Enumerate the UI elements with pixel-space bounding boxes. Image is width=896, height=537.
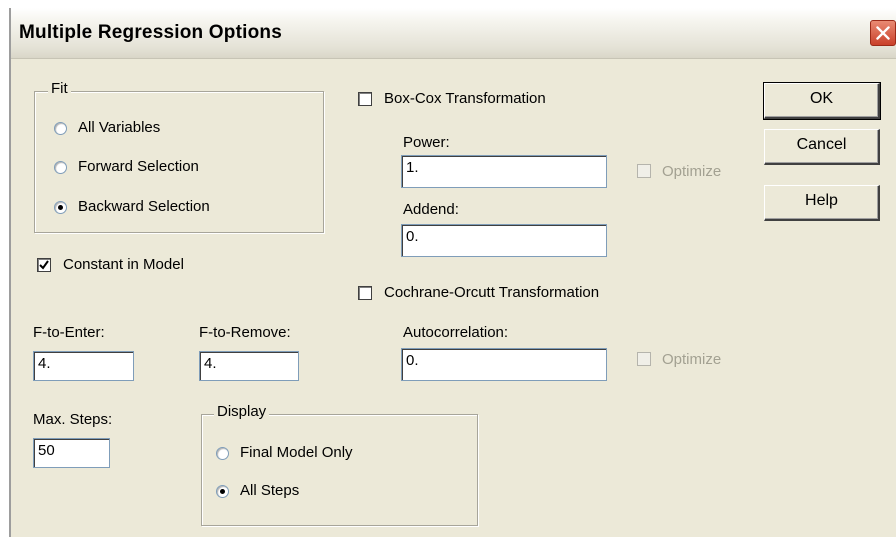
box-cox-checkbox[interactable] [358,92,372,106]
max-steps-label: Max. Steps: [33,411,113,428]
f-to-remove-input[interactable]: 4. [199,351,299,381]
addend-label: Addend: [403,201,459,218]
radio-backward-selection[interactable] [54,201,67,214]
box-cox-optimize-label: Optimize [662,163,722,180]
autocorrelation-input[interactable]: 0. [401,348,607,381]
checkmark-icon [39,260,49,270]
title-bar[interactable]: Multiple Regression Options [11,8,896,59]
cancel-button[interactable]: Cancel [764,129,880,165]
f-to-remove-label: F-to-Remove: [199,324,291,341]
display-group [201,414,478,526]
constant-in-model-checkbox[interactable] [37,258,51,272]
multiple-regression-options-dialog: Multiple Regression Options Fit All Vari… [9,8,896,537]
radio-selected-dot [220,489,225,494]
help-button[interactable]: Help [764,185,880,221]
close-icon [876,26,890,40]
autocorrelation-label: Autocorrelation: [403,324,509,341]
box-cox-label: Box-Cox Transformation [384,90,546,107]
addend-input[interactable]: 0. [401,224,607,257]
radio-final-model-only[interactable] [216,447,229,460]
power-input[interactable]: 1. [401,155,607,188]
cochrane-orcutt-label: Cochrane-Orcutt Transformation [384,284,600,301]
radio-all-steps[interactable] [216,485,229,498]
f-to-enter-label: F-to-Enter: [33,324,105,341]
display-option-label: All Steps [240,482,300,499]
close-button[interactable] [870,20,896,46]
max-steps-input[interactable]: 50 [33,438,110,468]
cochrane-optimize-label: Optimize [662,351,722,368]
display-option-label: Final Model Only [240,444,353,461]
display-legend: Display [214,403,270,420]
radio-all-variables[interactable] [54,122,67,135]
fit-option-label: Backward Selection [78,198,210,215]
power-label: Power: [403,134,450,151]
radio-forward-selection[interactable] [54,161,67,174]
constant-in-model-label: Constant in Model [63,256,184,273]
cochrane-orcutt-checkbox[interactable] [358,286,372,300]
f-to-enter-input[interactable]: 4. [33,351,134,381]
dialog-title: Multiple Regression Options [19,22,282,43]
cochrane-optimize-checkbox [637,352,651,366]
fit-option-label: All Variables [78,119,161,136]
ok-button[interactable]: OK [763,82,881,120]
fit-option-label: Forward Selection [78,158,199,175]
fit-legend: Fit [48,80,71,97]
radio-selected-dot [58,205,63,210]
box-cox-optimize-checkbox [637,164,651,178]
